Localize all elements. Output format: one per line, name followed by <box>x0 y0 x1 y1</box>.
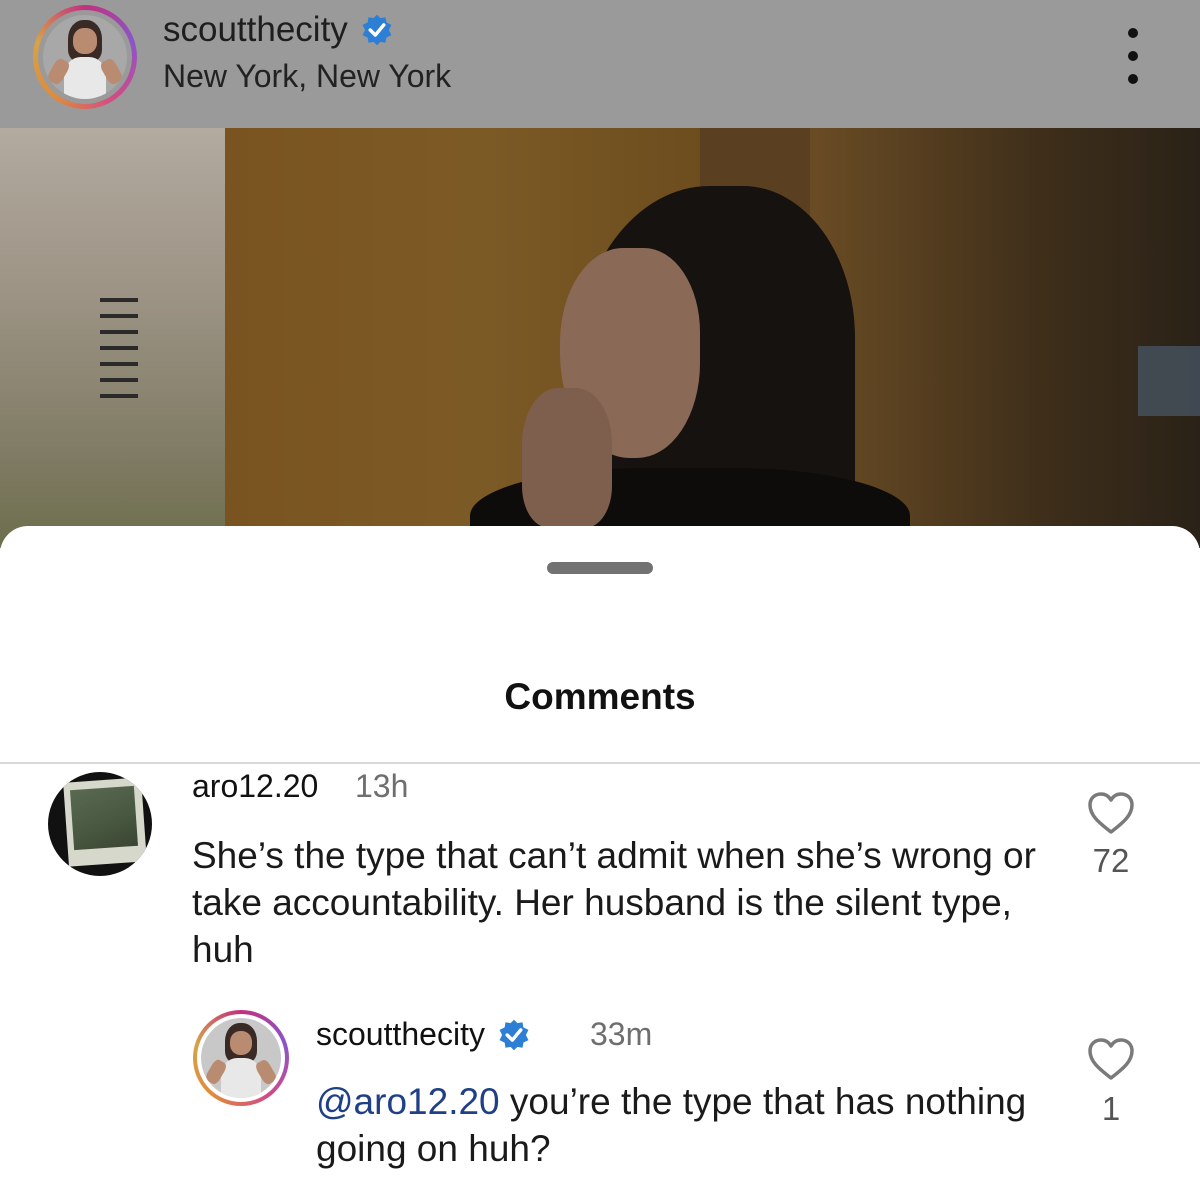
drag-handle[interactable] <box>547 562 653 574</box>
verified-badge-icon <box>497 1018 531 1052</box>
comments-sheet: Comments aro12.20 13h She’s the type tha… <box>0 526 1200 1200</box>
heart-outline-icon[interactable] <box>1086 790 1136 836</box>
reply-timestamp: 33m <box>590 1016 653 1052</box>
commenter-avatar[interactable] <box>48 772 152 876</box>
replier-avatar[interactable] <box>193 1010 289 1106</box>
author-avatar[interactable] <box>33 5 137 109</box>
reply-mention-link[interactable]: @aro12.20 <box>316 1081 500 1122</box>
comment-text: She’s the type that can’t admit when she… <box>192 835 1036 970</box>
divider <box>0 762 1200 764</box>
post-header: scoutthecity New York, New York <box>0 0 1200 128</box>
reply-like-count: 1 <box>1101 1090 1121 1127</box>
replier-username-row[interactable]: scoutthecity <box>316 1016 531 1053</box>
post-photo[interactable] <box>0 128 1200 548</box>
heart-outline-icon[interactable] <box>1086 1036 1136 1082</box>
post-location[interactable]: New York, New York <box>163 58 451 95</box>
verified-badge-icon <box>360 13 394 47</box>
comment-like-count: 72 <box>1092 842 1130 879</box>
reply-text: @aro12.20 you’re the type that has nothi… <box>316 1078 1036 1172</box>
commenter-username[interactable]: aro12.20 <box>192 768 318 805</box>
author-username[interactable]: scoutthecity <box>163 10 348 50</box>
author-username-row[interactable]: scoutthecity <box>163 10 394 50</box>
comments-title: Comments <box>504 676 696 717</box>
more-options-icon[interactable] <box>1118 28 1148 84</box>
comment-timestamp: 13h <box>355 768 409 804</box>
replier-username[interactable]: scoutthecity <box>316 1016 485 1053</box>
